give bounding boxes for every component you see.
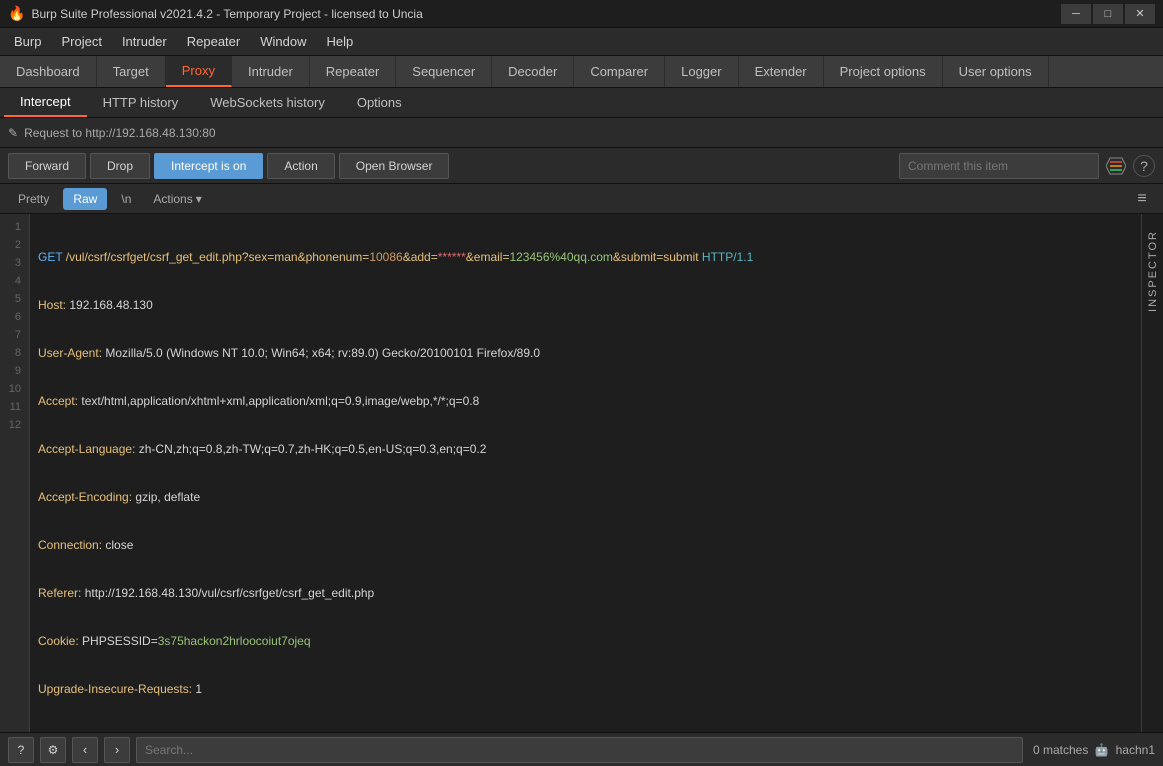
tab-logger[interactable]: Logger xyxy=(665,56,738,87)
sub-tab-websockets-history[interactable]: WebSockets history xyxy=(194,88,341,117)
action-button[interactable]: Action xyxy=(267,153,334,179)
code-line-8: Referer: http://192.168.48.130/vul/csrf/… xyxy=(38,584,1133,602)
code-line-3: User-Agent: Mozilla/5.0 (Windows NT 10.0… xyxy=(38,344,1133,362)
code-line-2: Host: 192.168.48.130 xyxy=(38,296,1133,314)
tab-target[interactable]: Target xyxy=(97,56,166,87)
line-number: 11 xyxy=(0,398,29,416)
code-line-7: Connection: close xyxy=(38,536,1133,554)
pretty-button[interactable]: Pretty xyxy=(8,188,59,210)
menu-window[interactable]: Window xyxy=(250,30,316,53)
line-number: 8 xyxy=(0,344,29,362)
line-number: 3 xyxy=(0,254,29,272)
tab-proxy[interactable]: Proxy xyxy=(166,56,232,87)
code-line-6: Accept-Encoding: gzip, deflate xyxy=(38,488,1133,506)
code-line-10: Upgrade-Insecure-Requests: 1 xyxy=(38,680,1133,698)
tab-dashboard[interactable]: Dashboard xyxy=(0,56,97,87)
line-number: 5 xyxy=(0,290,29,308)
menu-intruder[interactable]: Intruder xyxy=(112,30,177,53)
actions-chevron-icon: ▾ xyxy=(196,192,202,206)
tab-sequencer[interactable]: Sequencer xyxy=(396,56,492,87)
line-number: 6 xyxy=(0,308,29,326)
menu-bar: Burp Project Intruder Repeater Window He… xyxy=(0,28,1163,56)
line-number: 10 xyxy=(0,380,29,398)
editor-area: 1 2 3 4 5 6 7 8 9 10 11 12 GET /vul/csrf… xyxy=(0,214,1163,732)
line-number: 9 xyxy=(0,362,29,380)
sub-tab-http-history[interactable]: HTTP history xyxy=(87,88,195,117)
code-line-4: Accept: text/html,application/xhtml+xml,… xyxy=(38,392,1133,410)
main-content: Intercept HTTP history WebSockets histor… xyxy=(0,88,1163,732)
app-icon: 🔥 xyxy=(8,5,25,22)
inspector-panel: INSPECTOR xyxy=(1141,214,1163,732)
tab-project-options[interactable]: Project options xyxy=(824,56,943,87)
raw-button[interactable]: Raw xyxy=(63,188,107,210)
line-numbers: 1 2 3 4 5 6 7 8 9 10 11 12 xyxy=(0,214,30,732)
title-bar-text: Burp Suite Professional v2021.4.2 - Temp… xyxy=(31,7,1055,21)
toolbar: Forward Drop Intercept is on Action Open… xyxy=(0,148,1163,184)
back-button[interactable]: ‹ xyxy=(72,737,98,763)
tab-extender[interactable]: Extender xyxy=(739,56,824,87)
code-line-1: GET /vul/csrf/csrfget/csrf_get_edit.php?… xyxy=(38,248,1133,266)
request-header: ✎ Request to http://192.168.48.130:80 xyxy=(0,118,1163,148)
robot-icon: 🤖 xyxy=(1094,743,1109,757)
open-browser-button[interactable]: Open Browser xyxy=(339,153,450,179)
tab-comparer[interactable]: Comparer xyxy=(574,56,665,87)
title-bar: 🔥 Burp Suite Professional v2021.4.2 - Te… xyxy=(0,0,1163,28)
settings-button[interactable]: ⚙ xyxy=(40,737,66,763)
help-bottom-button[interactable]: ? xyxy=(8,737,34,763)
comment-input[interactable] xyxy=(899,153,1099,179)
inspector-label: INSPECTOR xyxy=(1147,230,1159,312)
line-number: 4 xyxy=(0,272,29,290)
actions-dropdown[interactable]: Actions ▾ xyxy=(145,188,209,210)
code-line-11 xyxy=(38,728,1133,732)
menu-burp[interactable]: Burp xyxy=(4,30,51,53)
menu-help[interactable]: Help xyxy=(316,30,363,53)
title-bar-controls: ─ □ ✕ xyxy=(1061,4,1155,24)
close-button[interactable]: ✕ xyxy=(1125,4,1155,24)
hamburger-menu-icon[interactable]: ≡ xyxy=(1129,186,1155,212)
username-label: 🤖 hachn1 xyxy=(1094,743,1155,757)
maximize-button[interactable]: □ xyxy=(1093,4,1123,24)
drop-button[interactable]: Drop xyxy=(90,153,150,179)
code-editor[interactable]: GET /vul/csrf/csrfget/csrf_get_edit.php?… xyxy=(30,214,1141,732)
format-bar: Pretty Raw \n Actions ▾ ≡ xyxy=(0,184,1163,214)
sub-tab-intercept[interactable]: Intercept xyxy=(4,88,87,117)
minimize-button[interactable]: ─ xyxy=(1061,4,1091,24)
edit-icon: ✎ xyxy=(8,126,18,140)
sub-tab-options[interactable]: Options xyxy=(341,88,418,117)
tab-decoder[interactable]: Decoder xyxy=(492,56,574,87)
intercept-button[interactable]: Intercept is on xyxy=(154,153,263,179)
code-line-9: Cookie: PHPSESSID=3s75hackon2hrloocoiut7… xyxy=(38,632,1133,650)
main-tabs: Dashboard Target Proxy Intruder Repeater… xyxy=(0,56,1163,88)
tab-intruder[interactable]: Intruder xyxy=(232,56,310,87)
forward-nav-button[interactable]: › xyxy=(104,737,130,763)
search-input[interactable] xyxy=(136,737,1023,763)
sub-tabs: Intercept HTTP history WebSockets histor… xyxy=(0,88,1163,118)
bottom-bar: ? ⚙ ‹ › 0 matches 🤖 hachn1 xyxy=(0,732,1163,766)
tab-repeater[interactable]: Repeater xyxy=(310,56,396,87)
line-number: 1 xyxy=(0,218,29,236)
n-button[interactable]: \n xyxy=(111,188,141,210)
burp-logo-icon xyxy=(1103,153,1129,179)
actions-label: Actions xyxy=(153,192,192,206)
menu-project[interactable]: Project xyxy=(51,30,111,53)
line-number: 12 xyxy=(0,416,29,434)
menu-repeater[interactable]: Repeater xyxy=(177,30,250,53)
request-url: Request to http://192.168.48.130:80 xyxy=(24,126,215,140)
tab-user-options[interactable]: User options xyxy=(943,56,1049,87)
match-count: 0 matches xyxy=(1033,743,1088,757)
help-icon[interactable]: ? xyxy=(1133,155,1155,177)
code-line-5: Accept-Language: zh-CN,zh;q=0.8,zh-TW;q=… xyxy=(38,440,1133,458)
line-number: 2 xyxy=(0,236,29,254)
forward-button[interactable]: Forward xyxy=(8,153,86,179)
line-number: 7 xyxy=(0,326,29,344)
